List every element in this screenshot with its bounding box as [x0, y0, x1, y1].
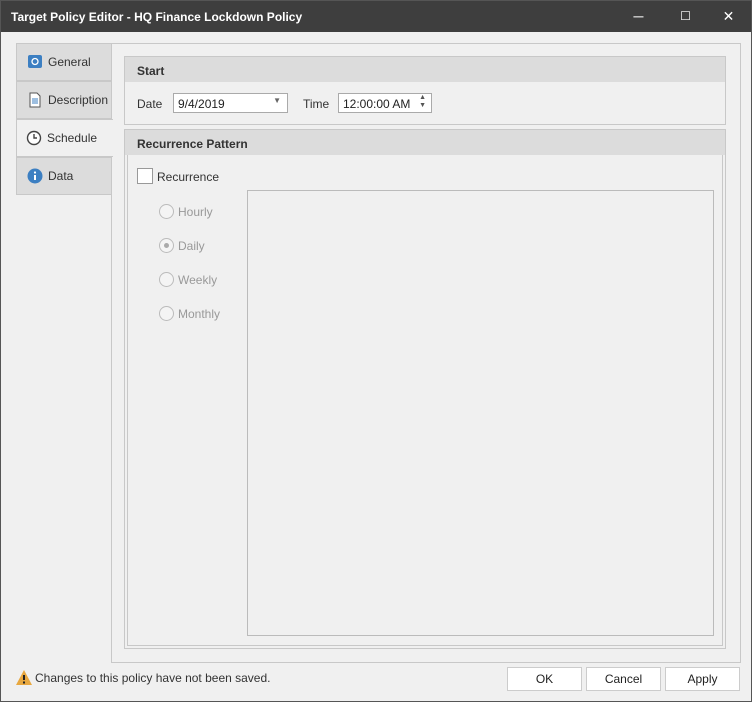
tab-label: Schedule	[47, 131, 98, 145]
start-header: Start	[125, 57, 725, 82]
safe-icon	[28, 55, 42, 68]
clock-icon	[26, 130, 42, 146]
date-picker[interactable]: 9/4/2019 ▼	[173, 93, 288, 113]
apply-button[interactable]: Apply	[665, 667, 740, 691]
tab-label: Data	[48, 169, 74, 183]
radio-label: Daily	[178, 239, 205, 253]
tab-label: Description	[48, 93, 109, 107]
unsaved-warning: Changes to this policy have not been sav…	[35, 671, 271, 685]
tab-schedule[interactable]: Schedule	[16, 119, 113, 157]
minimize-button[interactable]: ─	[616, 1, 661, 32]
maximize-button[interactable]: ☐	[663, 1, 708, 32]
recurrence-label: Recurrence	[157, 170, 220, 184]
tab-general[interactable]: General	[16, 43, 112, 81]
window-title: Target Policy Editor - HQ Finance Lockdo…	[11, 10, 303, 24]
spinner-arrows-icon[interactable]: ▲ ▼	[419, 94, 426, 110]
recurrence-checkbox[interactable]	[137, 168, 153, 184]
document-icon	[29, 92, 41, 108]
start-group: Start	[124, 56, 726, 125]
radio-label: Monthly	[178, 307, 221, 321]
radio-label: Hourly	[178, 205, 213, 219]
time-value: 12:00:00 AM	[343, 97, 411, 111]
info-icon	[27, 168, 43, 184]
time-label: Time	[303, 97, 330, 111]
chevron-down-icon[interactable]: ▼	[273, 96, 281, 105]
time-spinner[interactable]: 12:00:00 AM ▲ ▼	[338, 93, 432, 113]
date-label: Date	[137, 97, 163, 111]
radio-daily[interactable]	[159, 238, 174, 253]
radio-hourly[interactable]	[159, 204, 174, 219]
recurrence-details-box	[247, 190, 714, 636]
cancel-button[interactable]: Cancel	[586, 667, 661, 691]
tab-data[interactable]: Data	[16, 157, 112, 195]
tab-description[interactable]: Description	[16, 81, 112, 119]
radio-label: Weekly	[178, 273, 218, 287]
ok-button[interactable]: OK	[507, 667, 582, 691]
title-bar: Target Policy Editor - HQ Finance Lockdo…	[1, 1, 751, 32]
date-value: 9/4/2019	[178, 97, 225, 111]
radio-weekly[interactable]	[159, 272, 174, 287]
radio-monthly[interactable]	[159, 306, 174, 321]
policy-editor-window: Target Policy Editor - HQ Finance Lockdo…	[0, 0, 752, 702]
tab-label: General	[48, 55, 91, 69]
recurrence-header: Recurrence Pattern	[125, 130, 725, 155]
close-button[interactable]: ✕	[706, 1, 751, 32]
warning-icon	[16, 670, 32, 685]
